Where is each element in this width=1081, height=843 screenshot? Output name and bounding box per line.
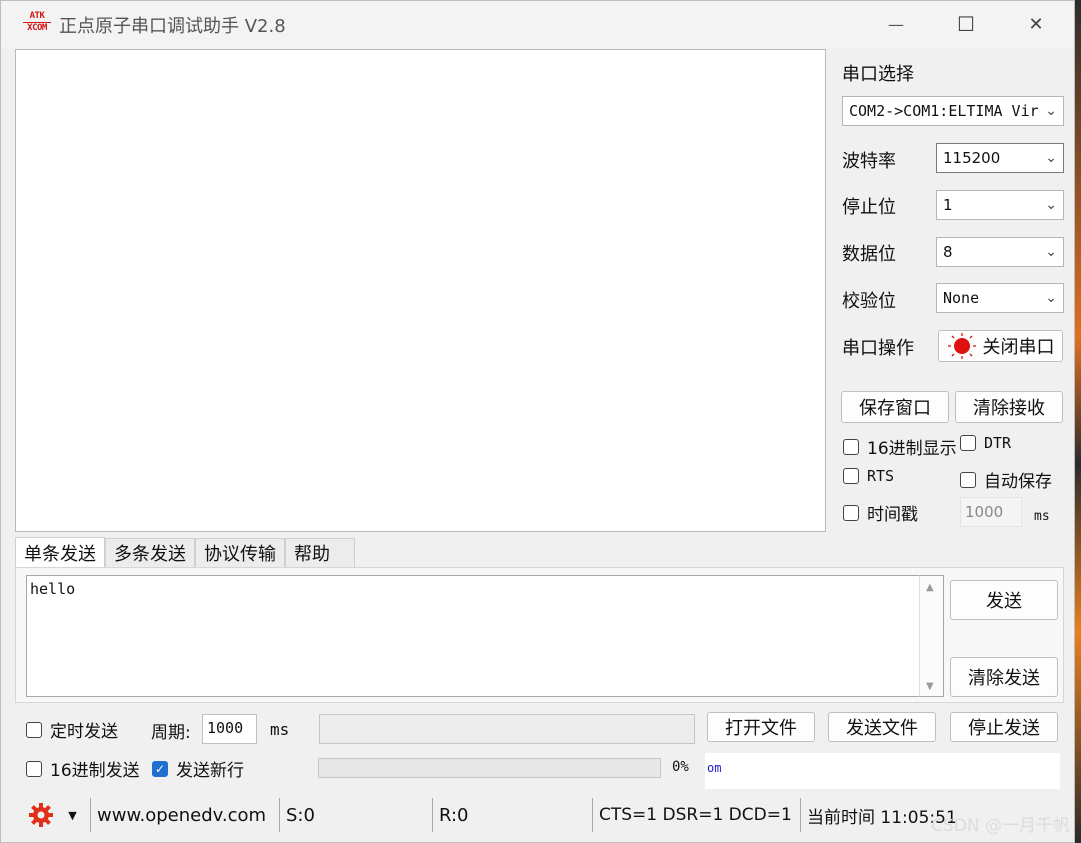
parity-value: None (943, 289, 980, 307)
settings-menu[interactable]: ▼ (15, 798, 90, 832)
timestamp-label: 时间戳 (867, 505, 918, 525)
dropdown-arrow-icon: ▼ (68, 808, 77, 822)
port-status-icon (947, 333, 976, 359)
app-logo: ATK XCOM (23, 11, 51, 35)
checkbox-box (843, 504, 859, 521)
window-title: 正点原子串口调试助手 V2.8 (59, 16, 286, 37)
baud-select[interactable]: 115200 ⌄ (936, 143, 1064, 173)
url-fragment: om (707, 761, 722, 775)
send-progress-bar (318, 758, 661, 778)
minimize-button[interactable]: — (861, 1, 931, 47)
port-select-label: 串口选择 (842, 64, 914, 85)
logo-text-bottom: XCOM (23, 22, 51, 34)
auto-save-checkbox[interactable]: 自动保存 (960, 467, 1052, 492)
close-port-button[interactable]: 关闭串口 (938, 330, 1063, 362)
status-bar: ▼ www.openedv.com S:0 R:0 CTS=1 DSR=1 DC… (15, 796, 1065, 834)
data-bits-value: 8 (943, 243, 953, 261)
open-file-button[interactable]: 打开文件 (707, 712, 815, 742)
chevron-down-icon: ⌄ (1045, 244, 1057, 260)
checkbox-box (960, 471, 976, 488)
hex-send-label: 16进制发送 (50, 761, 140, 781)
checkmark-icon: ✓ (152, 760, 168, 777)
dtr-label: DTR (984, 434, 1012, 452)
auto-save-label: 自动保存 (984, 472, 1052, 492)
title-bar: ATK XCOM 正点原子串口调试助手 V2.8 — ☐ ✕ (1, 1, 1074, 47)
modem-status-lines: CTS=1 DSR=1 DCD=1 (592, 798, 800, 832)
chevron-down-icon: ⌄ (1045, 103, 1057, 119)
tab-protocol[interactable]: 协议传输 (195, 538, 285, 567)
send-newline-label: 发送新行 (176, 761, 244, 781)
maximize-icon: ☐ (957, 12, 975, 36)
checkbox-box (960, 435, 976, 451)
port-operation-label: 串口操作 (842, 338, 914, 359)
close-button[interactable]: ✕ (1001, 1, 1071, 47)
period-unit: ms (270, 720, 290, 739)
app-window: ATK XCOM 正点原子串口调试助手 V2.8 — ☐ ✕ 串口选择 COM2… (0, 0, 1075, 843)
rts-checkbox[interactable]: RTS (843, 467, 894, 485)
scroll-down-icon[interactable]: ▼ (926, 681, 934, 692)
chevron-down-icon: ⌄ (1045, 197, 1057, 213)
minimize-icon: — (888, 14, 904, 34)
file-path-field (319, 714, 695, 744)
parity-label: 校验位 (842, 291, 896, 312)
save-window-button[interactable]: 保存窗口 (841, 391, 949, 423)
port-select[interactable]: COM2->COM1:ELTIMA Vir ⌄ (842, 96, 1064, 126)
stop-bits-select[interactable]: 1 ⌄ (936, 190, 1064, 220)
baud-value: 115200 (943, 149, 1001, 167)
rts-label: RTS (867, 467, 895, 485)
stop-bits-label: 停止位 (842, 197, 896, 218)
url-link-box[interactable]: om (705, 753, 1060, 789)
checkbox-box (26, 760, 42, 777)
data-bits-select[interactable]: 8 ⌄ (936, 237, 1064, 267)
timestamp-unit: ms (1034, 509, 1050, 524)
hex-display-label: 16进制显示 (867, 439, 957, 459)
chevron-down-icon: ⌄ (1045, 290, 1057, 306)
period-label: 周期: (151, 723, 191, 743)
stop-bits-value: 1 (943, 196, 953, 214)
close-port-label: 关闭串口 (982, 337, 1055, 358)
tab-single-send[interactable]: 单条发送 (15, 537, 105, 568)
website-link[interactable]: www.openedv.com (90, 798, 279, 832)
send-button[interactable]: 发送 (950, 580, 1058, 620)
clear-receive-button[interactable]: 清除接收 (955, 391, 1063, 423)
clear-send-button[interactable]: 清除发送 (950, 657, 1058, 697)
send-newline-checkbox[interactable]: ✓ 发送新行 (152, 756, 244, 781)
port-select-value: COM2->COM1:ELTIMA Vir (849, 102, 1039, 120)
send-progress-percent: 0% (672, 759, 689, 775)
watermark: CSDN @一月千帆 (931, 816, 1070, 836)
tab-help[interactable]: 帮助 (285, 538, 355, 567)
send-textarea[interactable]: hello (26, 575, 919, 697)
dtr-checkbox[interactable]: DTR (960, 434, 1011, 452)
hex-send-checkbox[interactable]: 16进制发送 (26, 756, 140, 781)
data-bits-label: 数据位 (842, 244, 896, 265)
chevron-down-icon: ⌄ (1045, 150, 1057, 166)
sent-count: S:0 (279, 798, 432, 832)
timestamp-interval-input[interactable]: 1000 (960, 497, 1022, 527)
received-count: R:0 (432, 798, 592, 832)
timed-send-checkbox[interactable]: 定时发送 (26, 717, 118, 742)
close-icon: ✕ (1028, 13, 1044, 35)
checkbox-box (26, 721, 42, 738)
hex-display-checkbox[interactable]: 16进制显示 (843, 434, 957, 459)
baud-label: 波特率 (842, 151, 896, 172)
send-file-button[interactable]: 发送文件 (828, 712, 936, 742)
tab-multi-send[interactable]: 多条发送 (105, 538, 195, 567)
send-scrollbar[interactable]: ▲ ▼ (919, 575, 944, 697)
logo-text-top: ATK (29, 11, 45, 21)
checkbox-box (843, 438, 859, 455)
stop-send-button[interactable]: 停止发送 (950, 712, 1058, 742)
send-tabs: 单条发送 多条发送 协议传输 帮助 (15, 537, 355, 568)
timed-send-label: 定时发送 (50, 722, 118, 742)
timestamp-checkbox[interactable]: 时间戳 (843, 500, 918, 525)
receive-textarea[interactable] (15, 49, 826, 532)
maximize-button[interactable]: ☐ (931, 1, 1001, 47)
scroll-up-icon[interactable]: ▲ (926, 582, 934, 593)
checkbox-box (843, 468, 859, 484)
period-input[interactable]: 1000 (202, 714, 257, 744)
gear-icon (29, 803, 54, 827)
parity-select[interactable]: None ⌄ (936, 283, 1064, 313)
